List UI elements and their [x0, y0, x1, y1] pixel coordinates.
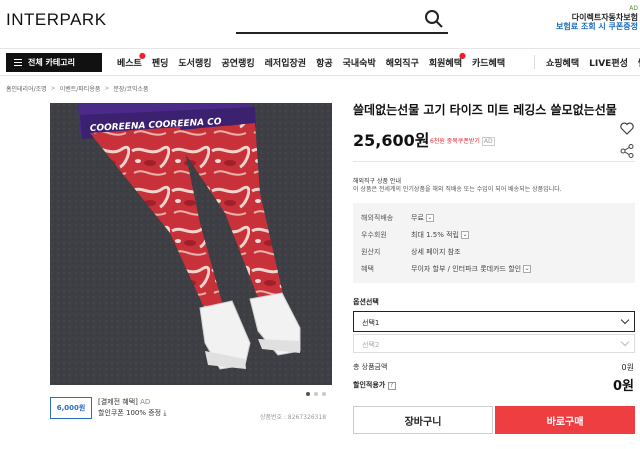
- info-key: 혜택: [361, 265, 374, 273]
- product-number: 상품번호 : 8267326318: [260, 414, 327, 421]
- info-value: 상세 페이지 참조: [411, 248, 461, 256]
- search-bar[interactable]: [236, 8, 448, 34]
- info-key: 우수회원: [361, 231, 387, 239]
- ad-banner[interactable]: AD 다이렉트자동차보험 보험료 조회 시 쿠폰증정: [554, 4, 640, 44]
- new-dot-icon: ●: [459, 50, 466, 60]
- chevron-down-icon[interactable]: ⌄: [523, 265, 532, 273]
- chevron-down-icon[interactable]: ⌄: [425, 214, 434, 222]
- options-title: 옵션선택: [353, 298, 379, 306]
- breadcrumb-separator: >: [104, 85, 110, 92]
- product-info-box: 해외직배송 무료 ⌄ 우수회원 최대 1.5% 적립 ⌄ 원산지 상세 페이지 참조…: [353, 203, 635, 283]
- discount-label: 할인적용가 ?: [353, 380, 396, 390]
- breadcrumb-item[interactable]: 이벤트/파티용품: [60, 84, 101, 93]
- option-select-1[interactable]: 선택1: [353, 311, 635, 332]
- nav-item-live-schedule[interactable]: LIVE편성: [584, 56, 633, 69]
- coupon-line2: 할인쿠폰 100% 증정: [98, 409, 162, 417]
- nav-item-flights[interactable]: 항공: [311, 56, 338, 69]
- ad-banner-line1: 다이렉트자동차보험: [571, 13, 638, 22]
- coupon-line1: [결제전 혜택]: [98, 398, 138, 406]
- nav-divider: [534, 55, 535, 69]
- discount-value: 0원: [612, 379, 634, 394]
- info-row-benefits: 혜택 무이자 할부 / 인터파크 롯데카드 할인 ⌄: [361, 264, 532, 274]
- download-icon[interactable]: ⤓: [163, 409, 166, 417]
- breadcrumb-separator: >: [50, 85, 56, 92]
- info-row-origin: 원산지 상세 페이지 참조: [361, 247, 461, 257]
- breadcrumb-item[interactable]: 홈인테리어/조명: [6, 84, 47, 93]
- divider: [353, 161, 635, 162]
- ad-tag: AD: [629, 5, 638, 12]
- option-select-2-label: 선택2: [362, 341, 380, 349]
- product-image[interactable]: COOREENA COOREENA CO: [50, 103, 332, 385]
- share-icon[interactable]: [620, 144, 634, 158]
- nav-item-overseas-direct[interactable]: 해외직구: [381, 56, 424, 69]
- add-to-cart-button[interactable]: 장바구니: [353, 406, 493, 434]
- chevron-down-icon: [620, 315, 630, 325]
- info-row-member: 우수회원 최대 1.5% 적립 ⌄: [361, 230, 469, 240]
- pager-dot[interactable]: [314, 392, 318, 396]
- pager-dot[interactable]: [322, 392, 326, 396]
- chevron-down-icon: [620, 337, 630, 347]
- option-select-1-label: 선택1: [362, 319, 380, 327]
- nav-right: 쇼핑혜택 LIVE편성 쎌: [528, 49, 640, 75]
- product-photo: COOREENA COOREENA CO: [50, 103, 332, 385]
- overseas-desc: 이 상품은 전세계의 인기상품을 해외 직배송 또는 수입이 되어 배송되는 상…: [353, 186, 562, 193]
- info-row-shipping: 해외직배송 무료 ⌄: [361, 213, 434, 223]
- nav-item-member-benefits[interactable]: 회원혜택 ●: [424, 51, 467, 69]
- breadcrumb: 홈인테리어/조명 > 이벤트/파티용품 > 분장/코믹소품: [6, 84, 149, 93]
- interpark-logo[interactable]: INTERPARK: [6, 10, 107, 30]
- option-select-2[interactable]: 선택2: [353, 334, 635, 353]
- nav-item-show-ranking[interactable]: 공연랭킹: [217, 56, 260, 69]
- nav-items: 베스트 ● 펜딩 도서랭킹 공연랭킹 레저입장권 항공 국내숙박 해외직구 회원혜…: [112, 49, 510, 75]
- coupon-ad-tag: AD: [140, 398, 151, 406]
- chevron-down-icon[interactable]: ⌄: [461, 231, 469, 239]
- pager-dot[interactable]: [306, 392, 310, 396]
- heart-icon[interactable]: [620, 122, 634, 135]
- info-value: 무이자 할부 / 인터파크 롯데카드 할인 ⌄: [411, 265, 532, 273]
- coupon-note[interactable]: 6천원 중복쿠폰받기 AD: [430, 136, 495, 146]
- all-categories-label: 전체 카테고리: [28, 58, 75, 67]
- menu-icon: [14, 59, 22, 66]
- nav-item-shopping-benefits[interactable]: 쇼핑혜택: [541, 56, 584, 69]
- main-nav: 전체 카테고리 베스트 ● 펜딩 도서랭킹 공연랭킹 레저입장권 항공 국내숙박 …: [0, 48, 640, 76]
- info-key: 해외직배송: [361, 214, 394, 222]
- new-dot-icon: ●: [138, 50, 146, 60]
- breadcrumb-item[interactable]: 분장/코믹소품: [113, 84, 148, 93]
- coupon-text[interactable]: [결제전 혜택] AD 할인쿠폰 100% 증정 ⤓: [98, 397, 166, 419]
- ad-tag: AD: [481, 137, 495, 146]
- info-value: 무료 ⌄: [411, 214, 434, 222]
- info-key: 원산지: [361, 248, 381, 256]
- product-title: 쓸데없는선물 고기 타이즈 미트 레깅스 쓸모없는선물: [353, 103, 617, 117]
- nav-item-book-ranking[interactable]: 도서랭킹: [173, 56, 216, 69]
- product-price: 25,600원: [353, 131, 430, 150]
- info-value: 최대 1.5% 적립 ⌄: [411, 231, 469, 239]
- image-pager: [306, 392, 326, 396]
- nav-item-domestic-stay[interactable]: 국내숙박: [338, 56, 381, 69]
- nav-item-card-benefits[interactable]: 카드혜택: [467, 56, 510, 69]
- buy-now-button[interactable]: 바로구매: [495, 406, 635, 434]
- ad-banner-line2: 보험료 조회 시 쿠폰증정: [556, 22, 638, 31]
- coupon-badge[interactable]: 6,000원: [50, 397, 92, 419]
- nav-item-best[interactable]: 베스트 ●: [112, 51, 147, 69]
- nav-item-funding[interactable]: 펜딩: [147, 56, 174, 69]
- total-value: 0원: [621, 363, 634, 372]
- total-label: 총 상품금액: [353, 363, 388, 371]
- search-icon[interactable]: [424, 9, 444, 29]
- help-icon[interactable]: ?: [387, 382, 396, 390]
- all-categories-button[interactable]: 전체 카테고리: [6, 53, 102, 72]
- nav-item-leisure-tickets[interactable]: 레저입장권: [260, 56, 311, 69]
